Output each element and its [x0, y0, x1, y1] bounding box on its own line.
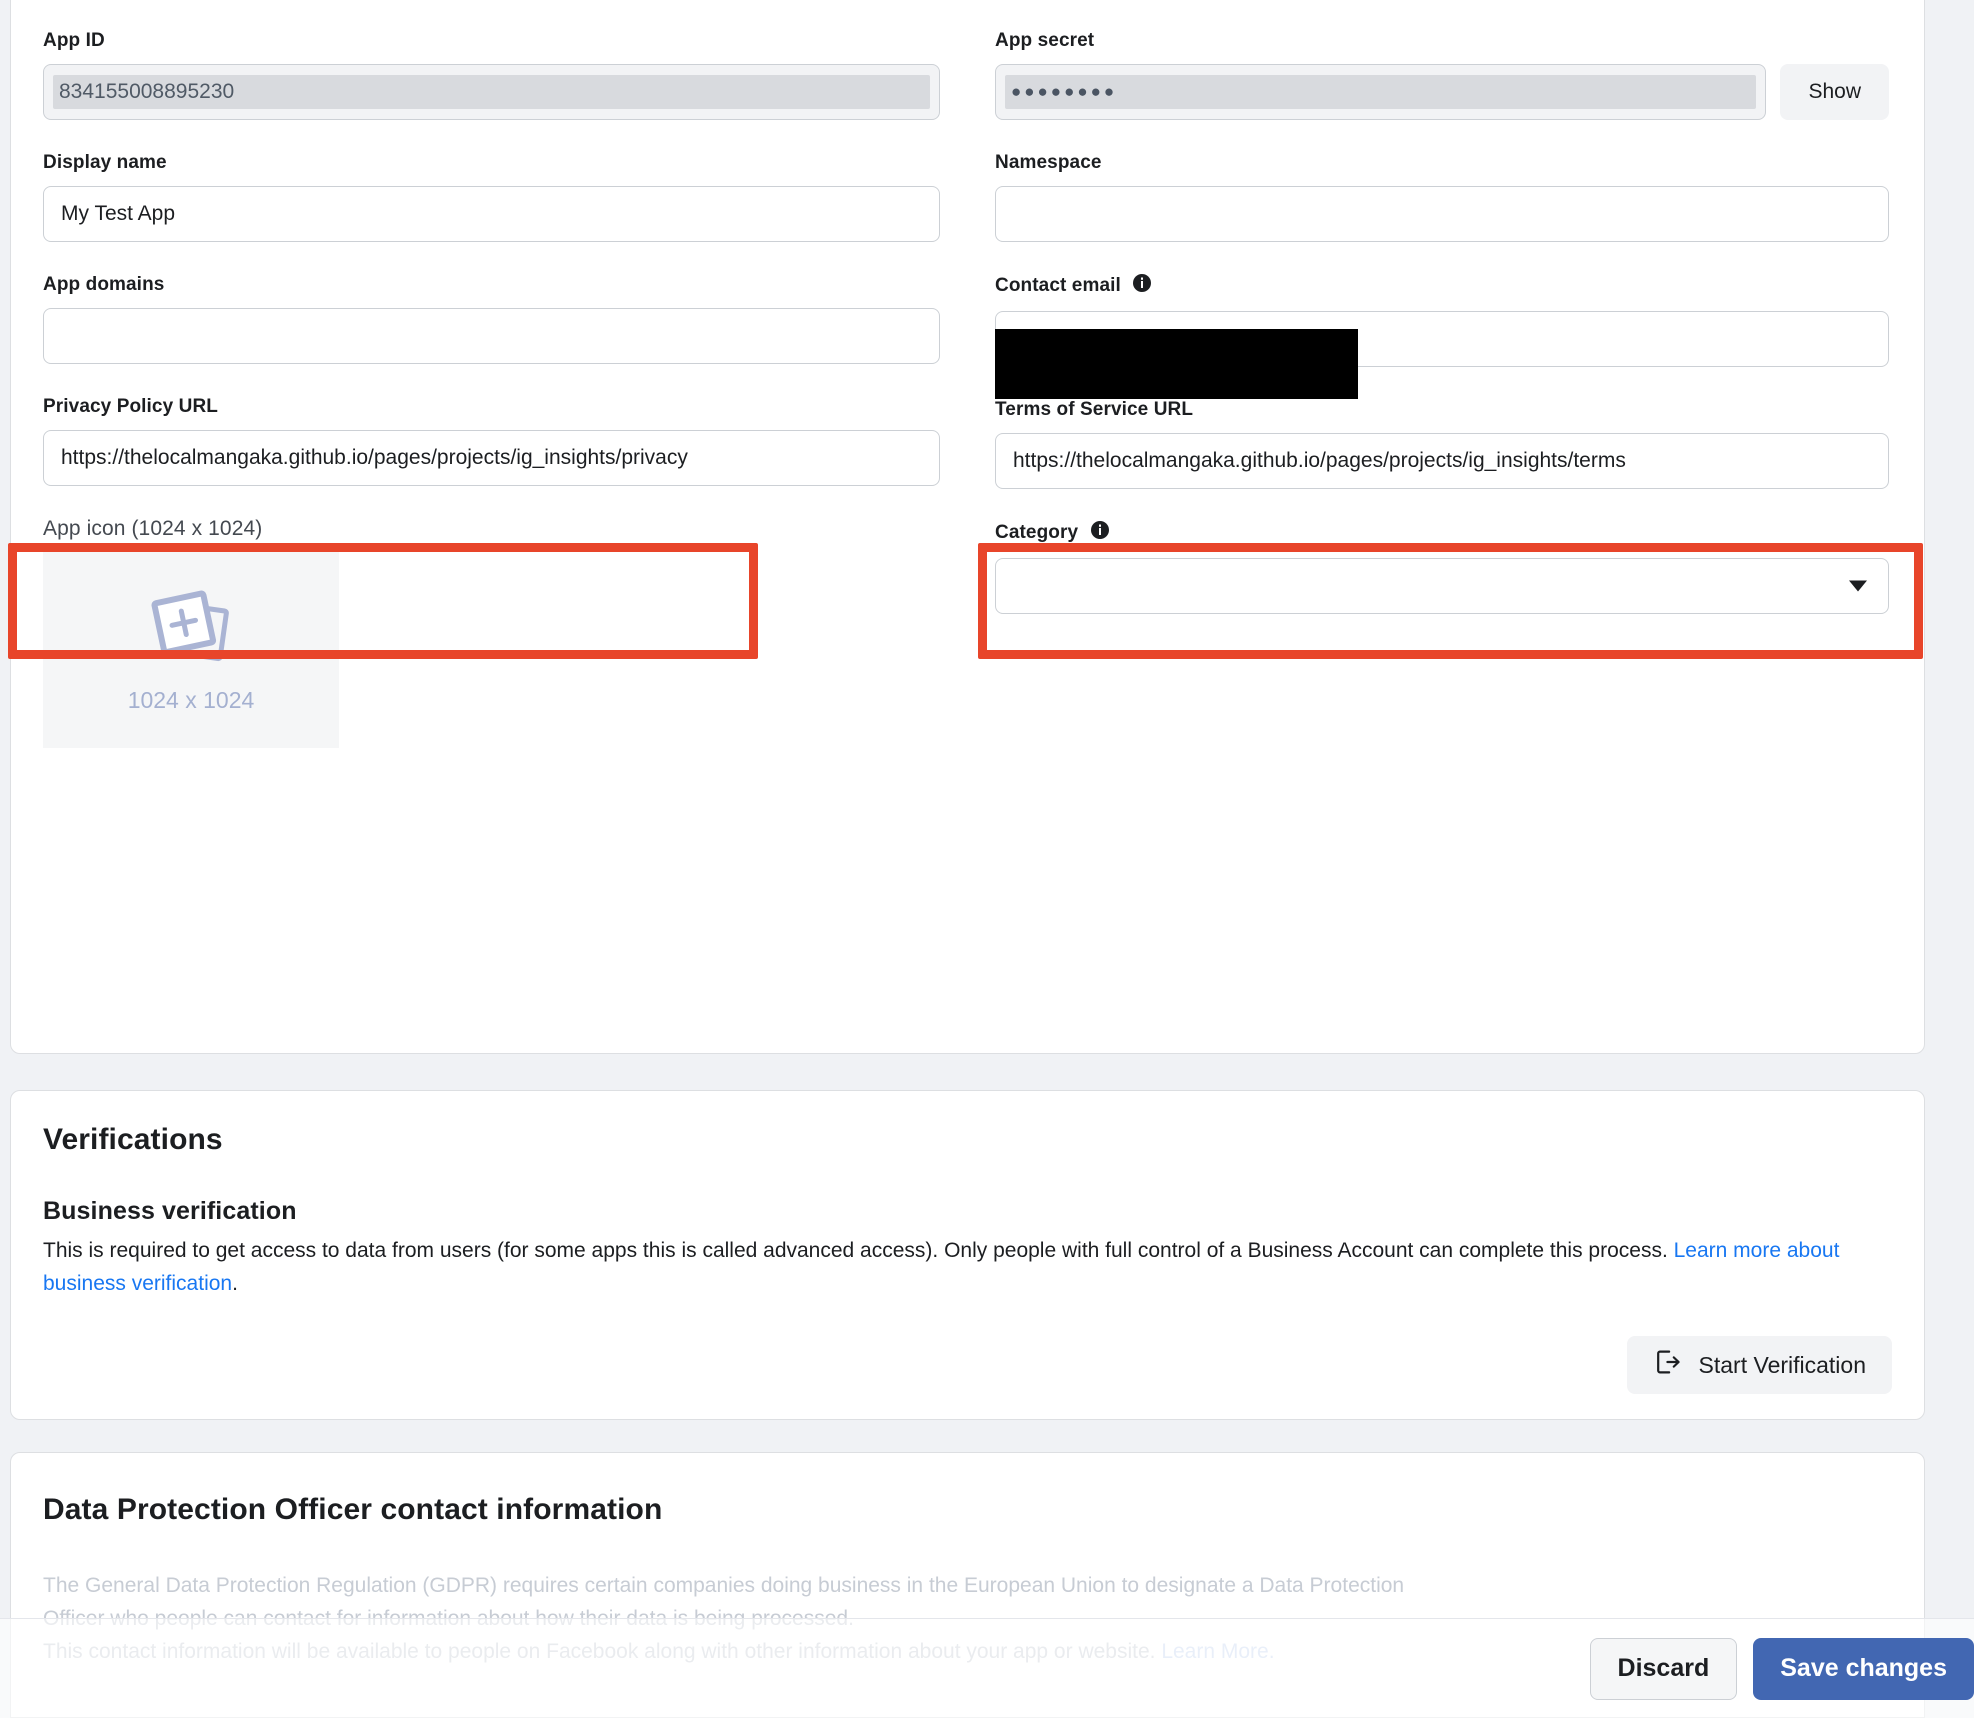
- field-contact-email: Contact email: [995, 273, 1889, 399]
- field-app-id: App ID 834155008895230: [43, 29, 940, 120]
- field-namespace: Namespace: [995, 151, 1889, 242]
- verifications-card: Verifications Business verification This…: [10, 1090, 1925, 1420]
- info-icon[interactable]: [1090, 520, 1110, 547]
- verifications-title: Verifications: [43, 1123, 223, 1156]
- dpo-text-line1: The General Data Protection Regulation (…: [43, 1574, 1405, 1597]
- field-terms-of-service-url: Terms of Service URL https://thelocalman…: [995, 398, 1889, 489]
- app-id-label: App ID: [43, 30, 105, 51]
- field-app-secret: App secret ●●●●●●●● Show: [995, 29, 1889, 120]
- field-category: Category: [995, 520, 1889, 614]
- app-secret-value: ●●●●●●●●: [1005, 75, 1757, 109]
- field-app-icon: App icon (1024 x 1024) 1024 x 1024: [43, 517, 940, 748]
- external-link-icon: [1653, 1347, 1683, 1383]
- business-verification-text-part2: .: [232, 1272, 238, 1295]
- category-label: Category: [995, 520, 1889, 547]
- privacy-policy-url-label: Privacy Policy URL: [43, 396, 218, 417]
- app-id-input[interactable]: 834155008895230: [43, 64, 940, 120]
- business-verification-text-part1: This is required to get access to data f…: [43, 1239, 1674, 1262]
- basic-settings-columns: App ID 834155008895230 Display name My T…: [11, 29, 1924, 779]
- namespace-input[interactable]: [995, 186, 1889, 242]
- left-column: App ID 834155008895230 Display name My T…: [11, 29, 970, 779]
- business-verification-description: This is required to get access to data f…: [43, 1234, 1892, 1300]
- start-verification-label: Start Verification: [1698, 1351, 1866, 1378]
- start-verification-button[interactable]: Start Verification: [1626, 1336, 1892, 1394]
- app-icon-label: App icon (1024 x 1024): [43, 517, 263, 540]
- right-column: App secret ●●●●●●●● Show Namespace Conta…: [970, 29, 1924, 779]
- category-label-text: Category: [995, 522, 1079, 543]
- category-select-wrapper: [995, 558, 1889, 614]
- app-id-value: 834155008895230: [53, 75, 930, 109]
- dpo-title: Data Protection Officer contact informat…: [43, 1493, 663, 1526]
- business-verification-heading: Business verification: [43, 1197, 297, 1225]
- app-settings-page: App ID 834155008895230 Display name My T…: [0, 0, 1974, 1718]
- discard-button[interactable]: Discard: [1589, 1637, 1738, 1700]
- display-name-input[interactable]: My Test App: [43, 186, 940, 242]
- app-icon-placeholder-text: 1024 x 1024: [127, 687, 255, 713]
- app-secret-row: ●●●●●●●● Show: [995, 64, 1889, 120]
- info-icon[interactable]: [1132, 273, 1152, 300]
- terms-of-service-url-value: https://thelocalmangaka.github.io/pages/…: [1013, 449, 1626, 472]
- contact-email-label-text: Contact email: [995, 275, 1121, 296]
- display-name-label: Display name: [43, 152, 167, 173]
- terms-of-service-url-label: Terms of Service URL: [995, 399, 1194, 420]
- save-changes-button[interactable]: Save changes: [1753, 1637, 1974, 1700]
- contact-email-label: Contact email: [995, 273, 1889, 300]
- basic-settings-card: App ID 834155008895230 Display name My T…: [10, 0, 1925, 1054]
- contact-email-redaction-bar: [995, 329, 1358, 399]
- save-bar: Discard Save changes: [0, 1618, 1974, 1718]
- app-domains-input[interactable]: [43, 308, 940, 364]
- field-app-domains: App domains: [43, 273, 940, 364]
- app-secret-label: App secret: [995, 30, 1095, 51]
- category-select[interactable]: [995, 558, 1889, 614]
- add-photos-icon: [145, 586, 237, 673]
- field-display-name: Display name My Test App: [43, 151, 940, 242]
- field-privacy-policy-url: Privacy Policy URL https://thelocalmanga…: [43, 395, 940, 486]
- scrollbar-track[interactable]: [1966, 0, 1974, 1718]
- app-icon-dropzone[interactable]: 1024 x 1024: [43, 552, 339, 748]
- terms-of-service-url-input[interactable]: https://thelocalmangaka.github.io/pages/…: [995, 433, 1889, 489]
- privacy-policy-url-value: https://thelocalmangaka.github.io/pages/…: [61, 446, 688, 469]
- privacy-policy-url-input[interactable]: https://thelocalmangaka.github.io/pages/…: [43, 430, 940, 486]
- display-name-value: My Test App: [61, 202, 176, 225]
- app-domains-label: App domains: [43, 274, 165, 295]
- show-app-secret-button[interactable]: Show: [1780, 64, 1889, 120]
- app-secret-input[interactable]: ●●●●●●●●: [995, 64, 1767, 120]
- namespace-label: Namespace: [995, 152, 1102, 173]
